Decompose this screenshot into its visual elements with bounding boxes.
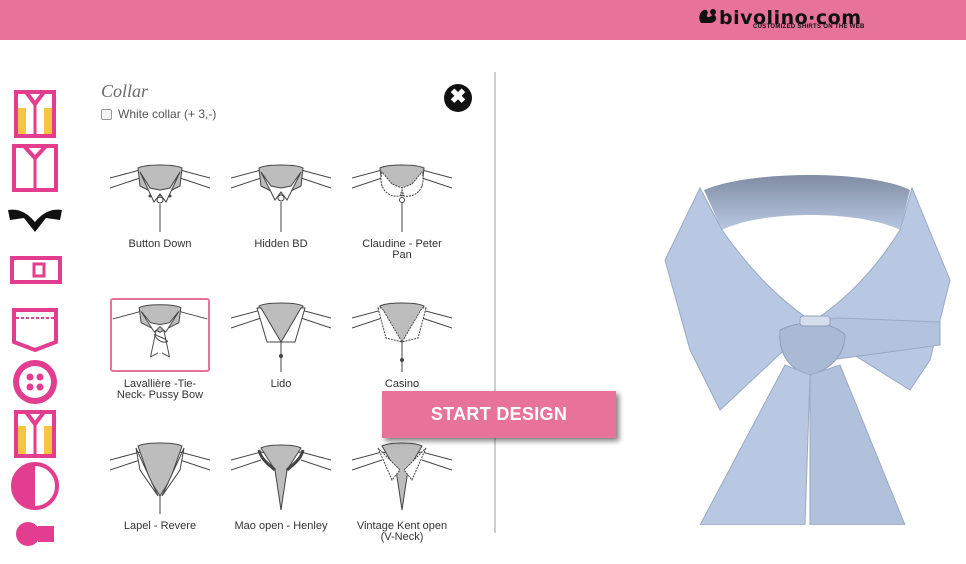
lavalliere-collar-thumbnail xyxy=(110,298,210,372)
collar-options-panel: Collar White collar (+ 3,-) ✖ Button Dow… xyxy=(96,76,486,543)
collar-icon[interactable] xyxy=(6,196,64,248)
collar-label: Vintage Kent open (V-Neck) xyxy=(356,520,448,543)
vintage-kent-collar-thumbnail xyxy=(351,442,453,511)
squirrel-logo-icon xyxy=(699,9,717,23)
white-collar-label: White collar (+ 3,-) xyxy=(118,107,217,121)
customization-sidebar xyxy=(0,80,70,546)
collar-option-lavalliere[interactable]: Lavallière -Tie-Neck- Pussy Bow xyxy=(110,298,210,401)
bivolino-logo[interactable]: bivolino·com CUSTOMIZED SHIRTS ON THE WE… xyxy=(697,5,897,35)
brand-tagline: CUSTOMIZED SHIRTS ON THE WEB xyxy=(753,24,865,30)
white-collar-checkbox[interactable] xyxy=(101,108,112,120)
collar-label: Hidden BD xyxy=(254,238,308,250)
collar-option-hidden-bd[interactable]: Hidden BD xyxy=(230,158,332,250)
panel-title: Collar xyxy=(101,81,149,101)
collar-preview-image xyxy=(664,175,951,525)
collar-label: Lapel - Revere xyxy=(123,520,197,532)
collar-label: Casino xyxy=(384,378,420,390)
collar-label: Lido xyxy=(270,378,292,390)
collar-option-button-down[interactable]: Button Down xyxy=(109,158,211,250)
collar-option-lido[interactable]: Lido xyxy=(230,298,332,390)
mao-open-collar-thumbnail xyxy=(230,444,332,511)
hidden-bd-collar-thumbnail xyxy=(230,164,332,232)
collar-option-vintage-kent[interactable]: Vintage Kent open (V-Neck) xyxy=(351,440,453,543)
collar-option-claudine[interactable]: Claudine - Peter Pan xyxy=(351,158,453,261)
button-down-collar-thumbnail xyxy=(109,164,211,232)
collar-option-mao-open[interactable]: Mao open - Henley xyxy=(230,440,332,532)
collar-option-casino[interactable]: Casino xyxy=(351,298,453,390)
contrast-shirt-icon[interactable] xyxy=(6,406,64,458)
lapel-revere-collar-thumbnail xyxy=(109,442,211,514)
start-design-button[interactable]: START DESIGN xyxy=(382,391,616,438)
button-icon[interactable] xyxy=(6,356,64,408)
collar-label: Mao open - Henley xyxy=(234,520,328,532)
lido-collar-thumbnail xyxy=(230,302,332,372)
collar-option-lapel-revere[interactable]: Lapel - Revere xyxy=(109,440,211,532)
half-contrast-icon[interactable] xyxy=(6,460,64,512)
panel-divider xyxy=(494,72,496,533)
pocket-icon[interactable] xyxy=(6,304,64,356)
white-collar-option[interactable]: White collar (+ 3,-) xyxy=(101,107,216,121)
shirt-body-icon[interactable] xyxy=(6,86,64,138)
close-button[interactable]: ✖ xyxy=(444,84,472,112)
casino-collar-thumbnail xyxy=(351,302,453,372)
collar-label: Claudine - Peter Pan xyxy=(362,238,442,261)
claudine-collar-thumbnail xyxy=(351,164,453,232)
top-bar: bivolino·com CUSTOMIZED SHIRTS ON THE WE… xyxy=(0,0,966,40)
collar-label: Lavallière -Tie-Neck- Pussy Bow xyxy=(116,378,204,401)
cuff-icon[interactable] xyxy=(6,252,64,304)
collar-label: Button Down xyxy=(128,238,192,250)
monogram-icon[interactable] xyxy=(6,512,64,564)
shirt-front-icon[interactable] xyxy=(6,140,64,192)
